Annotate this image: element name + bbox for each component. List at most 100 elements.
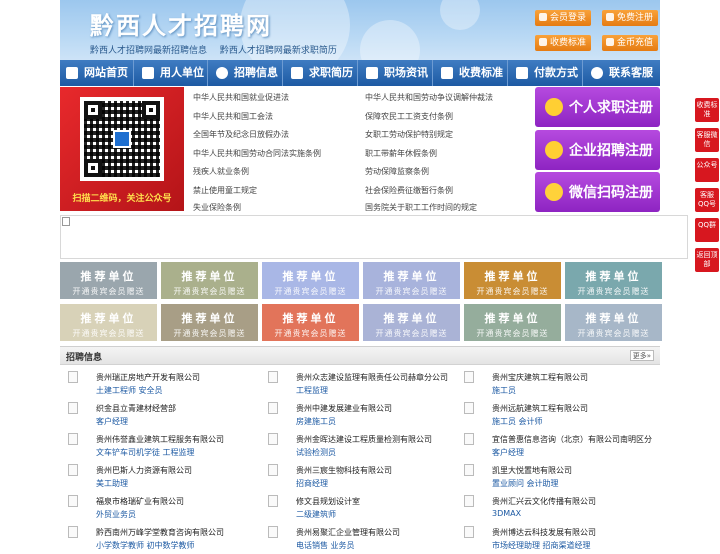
nav-item-payment[interactable]: 付款方式 [508,60,582,86]
job-positions-link[interactable]: 房建施工员 [296,416,336,427]
law-link[interactable]: 保障农民工工资支付条例 [365,111,453,122]
recharge-button[interactable]: 金币充值 [602,35,659,51]
job-positions-link[interactable]: 市场经理助理 招商渠道经理 [492,540,591,551]
recommend-tile[interactable]: 推荐单位 开通贵宾会员赠送 [161,262,258,299]
company-logo-icon[interactable] [268,495,278,507]
company-register-button[interactable]: 企业招聘注册 [535,130,660,170]
recommend-tile[interactable]: 推荐单位 开通贵宾会员赠送 [363,262,460,299]
company-logo-icon[interactable] [68,433,78,445]
law-link[interactable]: 全国年节及纪念日放假办法 [193,129,289,140]
job-positions-link[interactable]: 美工助理 [96,478,128,489]
company-name-link[interactable]: 贵州瑞正房地产开发有限公司 [96,372,200,383]
law-link[interactable]: 职工带薪年休假条例 [365,148,437,159]
nav-item-resumes[interactable]: 求职简历 [283,60,357,86]
nav-item-employers[interactable]: 用人单位 [134,60,207,86]
recommend-tile[interactable]: 推荐单位 开通贵宾会员赠送 [565,262,662,299]
nav-item-news[interactable]: 职场资讯 [358,60,432,86]
recommend-tile[interactable]: 推荐单位 开通贵宾会员赠送 [363,304,460,341]
recommend-tile[interactable]: 推荐单位 开通贵宾会员赠送 [262,304,359,341]
side-qq-button[interactable]: 客服QQ号 [695,188,719,212]
company-logo-icon[interactable] [464,371,474,383]
site-title[interactable]: 黔西人才招聘网 [90,6,272,41]
law-link[interactable]: 禁止使用童工规定 [193,185,257,196]
job-positions-link[interactable]: 土建工程师 安全员 [96,385,163,396]
company-logo-icon[interactable] [68,402,78,414]
register-button[interactable]: 免费注册 [602,10,659,26]
latest-resumes-link[interactable]: 黔西人才招聘网最新求职简历 [220,46,337,56]
law-link[interactable]: 劳动保障监察条例 [365,166,429,177]
nav-item-contact[interactable]: 联系客服 [583,60,659,86]
side-qq-group-button[interactable]: QQ群 [695,218,719,242]
company-logo-icon[interactable] [268,371,278,383]
company-name-link[interactable]: 福泉市格瑞矿业有限公司 [96,496,184,507]
job-positions-link[interactable]: 客户经理 [492,447,524,458]
law-link[interactable]: 社会保险费征缴暂行条例 [365,185,453,196]
law-link[interactable]: 失业保险条例 [193,202,241,213]
company-name-link[interactable]: 修文县规划设计室 [296,496,360,507]
company-logo-icon[interactable] [68,526,78,538]
company-logo-icon[interactable] [268,464,278,476]
job-positions-link[interactable]: 施工员 会计师 [492,416,543,427]
recommend-tile[interactable]: 推荐单位 开通贵宾会员赠送 [60,262,157,299]
company-name-link[interactable]: 宜信普惠信息咨询（北京）有限公司南明区分 [492,434,652,445]
company-logo-icon[interactable] [464,402,474,414]
recommend-tile[interactable]: 推荐单位 开通贵宾会员赠送 [565,304,662,341]
company-name-link[interactable]: 贵州三宸生物科技有限公司 [296,465,392,476]
recommend-tile[interactable]: 推荐单位 开通贵宾会员赠送 [262,262,359,299]
company-name-link[interactable]: 织金县立青建材经营部 [96,403,176,414]
side-official-account-button[interactable]: 公众号 [695,158,719,182]
company-logo-icon[interactable] [464,464,474,476]
recommend-tile[interactable]: 推荐单位 开通贵宾会员赠送 [161,304,258,341]
company-name-link[interactable]: 贵州巴斯人力资源有限公司 [96,465,192,476]
job-positions-link[interactable]: 客户经理 [96,416,128,427]
company-logo-icon[interactable] [268,433,278,445]
company-name-link[interactable]: 黔西南州万峰学堂教育咨询有限公司 [96,527,224,538]
company-logo-icon[interactable] [268,402,278,414]
company-name-link[interactable]: 贵州中建发展建业有限公司 [296,403,392,414]
company-logo-icon[interactable] [68,495,78,507]
job-positions-link[interactable]: 试验检测员 [296,447,336,458]
nav-item-home[interactable]: 网站首页 [60,60,133,86]
personal-register-button[interactable]: 个人求职注册 [535,87,660,127]
side-wechat-button[interactable]: 客服微信 [695,128,719,152]
nav-item-jobs[interactable]: 招聘信息 [208,60,282,86]
price-button[interactable]: 收费标准 [535,35,592,51]
law-link[interactable]: 残疾人就业条例 [193,166,249,177]
recommend-tile[interactable]: 推荐单位 开通贵宾会员赠送 [464,304,561,341]
company-name-link[interactable]: 贵州伟誉鑫业建筑工程服务有限公司 [96,434,224,445]
company-name-link[interactable]: 贵州金晖达建设工程质量检测有限公司 [296,434,432,445]
law-link[interactable]: 中华人民共和国就业促进法 [193,92,289,103]
law-link[interactable]: 中华人民共和国劳动合同法实施条例 [193,148,321,159]
company-logo-icon[interactable] [68,464,78,476]
job-positions-link[interactable]: 外贸业务员 [96,509,136,520]
recommend-tile[interactable]: 推荐单位 开通贵宾会员赠送 [464,262,561,299]
recommend-tile[interactable]: 推荐单位 开通贵宾会员赠送 [60,304,157,341]
law-link[interactable]: 女职工劳动保护特别规定 [365,129,453,140]
job-positions-link[interactable]: 置业顾问 会计助理 [492,478,559,489]
company-logo-icon[interactable] [68,371,78,383]
law-link[interactable]: 国务院关于职工工作时间的规定 [365,202,477,213]
back-to-top-button[interactable]: 返回顶部 [695,248,719,272]
law-link[interactable]: 中华人民共和国工会法 [193,111,273,122]
law-link[interactable]: 中华人民共和国劳动争议调解仲裁法 [365,92,493,103]
nav-item-pricing[interactable]: 收费标准 [433,60,507,86]
company-name-link[interactable]: 凯里大悦置地有限公司 [492,465,572,476]
company-logo-icon[interactable] [464,433,474,445]
wechat-register-button[interactable]: 微信扫码注册 [535,172,660,212]
side-price-button[interactable]: 收费标准 [695,98,719,122]
login-button[interactable]: 会员登录 [535,10,592,26]
job-positions-link[interactable]: 文车铲车司机学徒 工程监理 [96,447,195,458]
job-positions-link[interactable]: 二级建筑师 [296,509,336,520]
ad-banner[interactable] [60,215,688,259]
company-logo-icon[interactable] [464,526,474,538]
job-positions-link[interactable]: 施工员 [492,385,516,396]
company-name-link[interactable]: 贵州众志建设监理有限责任公司赫章分公司 [296,372,448,383]
company-name-link[interactable]: 贵州汇兴云文化传播有限公司 [492,496,596,507]
company-logo-icon[interactable] [464,495,474,507]
job-positions-link[interactable]: 电话销售 业务员 [296,540,355,551]
company-name-link[interactable]: 贵州远航建筑工程有限公司 [492,403,588,414]
company-name-link[interactable]: 贵州易聚汇企业管理有限公司 [296,527,400,538]
job-positions-link[interactable]: 小学数学教师 初中数学教师 [96,540,195,551]
job-positions-link[interactable]: 招商经理 [296,478,328,489]
latest-jobs-link[interactable]: 黔西人才招聘网最新招聘信息 [90,46,207,56]
